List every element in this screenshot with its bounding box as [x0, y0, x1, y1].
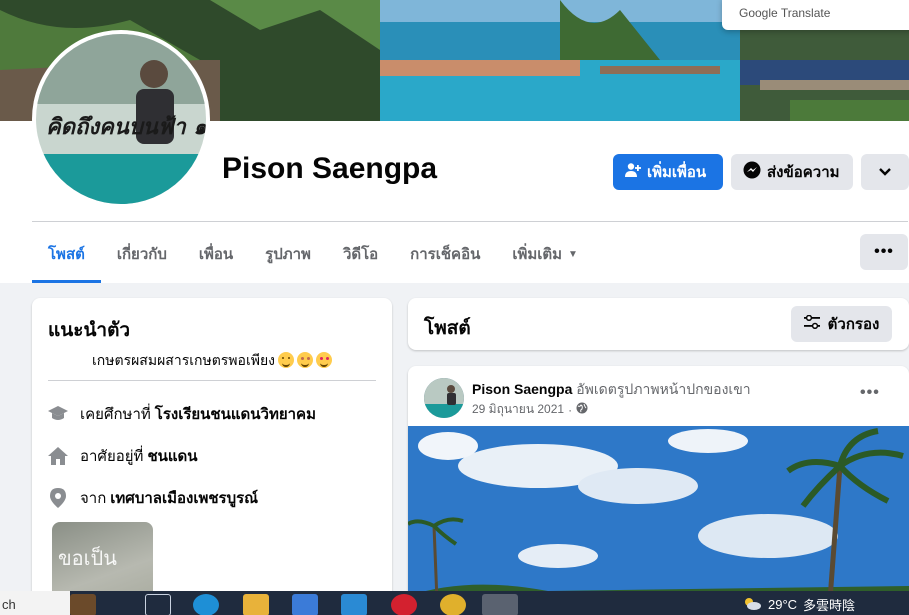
- post-options-button[interactable]: •••: [860, 384, 880, 402]
- posts-title: โพสต์: [424, 318, 471, 339]
- tab-label: เพิ่มเติม: [512, 246, 563, 263]
- weather-description: 多雲時陰: [803, 598, 856, 613]
- dot-separator: ·: [568, 402, 573, 417]
- caret-down-icon: ▼: [568, 248, 578, 260]
- send-message-label: ส่งข้อความ: [767, 164, 840, 181]
- taskbar-search-box[interactable]: ch: [0, 591, 70, 615]
- add-friend-icon: [625, 162, 641, 182]
- star-struck-emoji-icon: [297, 352, 313, 368]
- header-divider: [32, 221, 908, 222]
- tab-label: โพสต์: [48, 246, 85, 263]
- file-explorer-icon[interactable]: [243, 594, 269, 615]
- intro-title: แนะนำตัว: [48, 320, 131, 341]
- post-image[interactable]: [408, 426, 909, 615]
- ellipsis-icon: •••: [874, 243, 894, 260]
- tab-more[interactable]: เพิ่มเติม ▼: [496, 228, 594, 280]
- tab-label: การเช็คอิน: [410, 246, 481, 263]
- lives-prefix: อาศัยอยู่ที่: [80, 448, 144, 465]
- microsoft-store-icon[interactable]: [292, 594, 318, 615]
- filter-button[interactable]: ตัวกรอง: [791, 306, 892, 342]
- lives-in-row: อาศัยอยู่ที่ ชนแดน: [46, 444, 198, 468]
- intro-divider: [48, 380, 376, 381]
- weather-widget[interactable]: 29°C 多雲時陰: [742, 595, 855, 614]
- windows-taskbar: ch 29°C 多雲時陰: [0, 591, 909, 615]
- tab-label: เกี่ยวกับ: [116, 246, 167, 263]
- messenger-icon: [743, 161, 761, 183]
- taskbar-search-text: ch: [2, 597, 16, 612]
- active-app-icon[interactable]: [482, 594, 518, 615]
- intro-bio: เกษตรผสมผสารเกษตรพอเพียง: [32, 350, 392, 372]
- posts-header-card: โพสต์ ตัวกรอง: [408, 298, 909, 350]
- avatar-image: คิดถึงคนบนฟ้า ๑๓ ตุลาคม: [36, 34, 206, 204]
- bio-text: เกษตรผสมผสารเกษตรพอเพียง: [92, 352, 275, 368]
- avatar-text: คิดถึงคนบนฟ้า ๑๓ ตุลาคม: [46, 115, 206, 141]
- send-message-button[interactable]: ส่งข้อความ: [731, 154, 853, 190]
- lives-link[interactable]: ชนแดน: [147, 444, 197, 468]
- google-translate-label: Google Translate: [739, 6, 831, 20]
- chevron-down-icon: [878, 164, 892, 181]
- education-link[interactable]: โรงเรียนชนแดนวิทยาคม: [155, 402, 316, 426]
- tab-label: วิดีโอ: [342, 246, 379, 263]
- intro-card: แนะนำตัว เกษตรผสมผสารเกษตรพอเพียง เคยศึก…: [32, 298, 392, 615]
- cloudy-weather-icon: [742, 596, 762, 613]
- football-icon: [70, 594, 96, 615]
- filter-label: ตัวกรอง: [827, 316, 880, 333]
- post-author-name[interactable]: Pison Saengpa: [472, 381, 572, 397]
- post-action: อัพเดตรูปภาพหน้าปกของเขา: [576, 381, 751, 397]
- post-header-text: Pison Saengpa อัพเดตรูปภาพหน้าปกของเขา: [472, 379, 751, 401]
- tab-videos[interactable]: วิดีโอ: [327, 228, 394, 280]
- post-card: Pison Saengpa อัพเดตรูปภาพหน้าปกของเขา 2…: [408, 366, 909, 615]
- more-actions-button[interactable]: [861, 154, 909, 190]
- education-row: เคยศึกษาที่ โรงเรียนชนแดนวิทยาคม: [46, 402, 316, 426]
- location-pin-icon: [46, 487, 70, 509]
- tab-friends[interactable]: เพื่อน: [183, 228, 249, 280]
- tab-label: รูปภาพ: [265, 246, 311, 263]
- grin-emoji-icon: [278, 352, 294, 368]
- tab-overflow-button[interactable]: •••: [860, 234, 908, 270]
- post-author-avatar[interactable]: [424, 378, 464, 418]
- weather-temperature: 29°C: [768, 597, 798, 612]
- mail-icon[interactable]: [341, 594, 367, 615]
- add-friend-label: เพิ่มเพื่อน: [647, 164, 707, 181]
- profile-tabs: โพสต์ เกี่ยวกับ เพื่อน รูปภาพ วิดีโอ การ…: [32, 228, 594, 283]
- tab-about[interactable]: เกี่ยวกับ: [101, 228, 183, 280]
- post-date[interactable]: 29 มิถุนายน 2021: [472, 400, 564, 419]
- from-prefix: จาก: [80, 490, 107, 507]
- tab-posts[interactable]: โพสต์: [32, 228, 101, 283]
- opera-browser-icon[interactable]: [391, 594, 417, 615]
- profile-avatar[interactable]: คิดถึงคนบนฟ้า ๑๓ ตุลาคม: [32, 30, 210, 208]
- ellipsis-icon: •••: [860, 384, 880, 401]
- post-meta: 29 มิถุนายน 2021 ·: [472, 400, 588, 419]
- tab-label: เพื่อน: [198, 246, 234, 263]
- education-prefix: เคยศึกษาที่: [80, 406, 151, 423]
- from-link[interactable]: เทศบาลเมืองเพชรบูรณ์: [110, 486, 258, 510]
- tab-photos[interactable]: รูปภาพ: [249, 228, 327, 280]
- google-translate-popup[interactable]: Google Translate: [722, 0, 909, 30]
- heart-eyes-emoji-icon: [316, 352, 332, 368]
- tab-checkins[interactable]: การเช็คอิน: [394, 228, 496, 280]
- graduation-cap-icon: [46, 403, 70, 425]
- home-icon: [46, 445, 70, 467]
- photo-overlay-text: ขอเป็น: [58, 548, 117, 570]
- from-row: จาก เทศบาลเมืองเพชรบูรณ์: [46, 486, 258, 510]
- profile-name: Pison Saengpa: [222, 152, 438, 185]
- task-view-icon[interactable]: [145, 594, 171, 615]
- edge-browser-icon[interactable]: [193, 594, 219, 615]
- profile-header: Google Translate คิดถึงคนบนฟ้า ๑๓ ตุลาคม…: [0, 0, 909, 283]
- add-friend-button[interactable]: เพิ่มเพื่อน: [613, 154, 723, 190]
- filter-sliders-icon: [803, 314, 820, 333]
- globe-icon: [576, 402, 588, 417]
- chrome-browser-icon[interactable]: [440, 594, 466, 615]
